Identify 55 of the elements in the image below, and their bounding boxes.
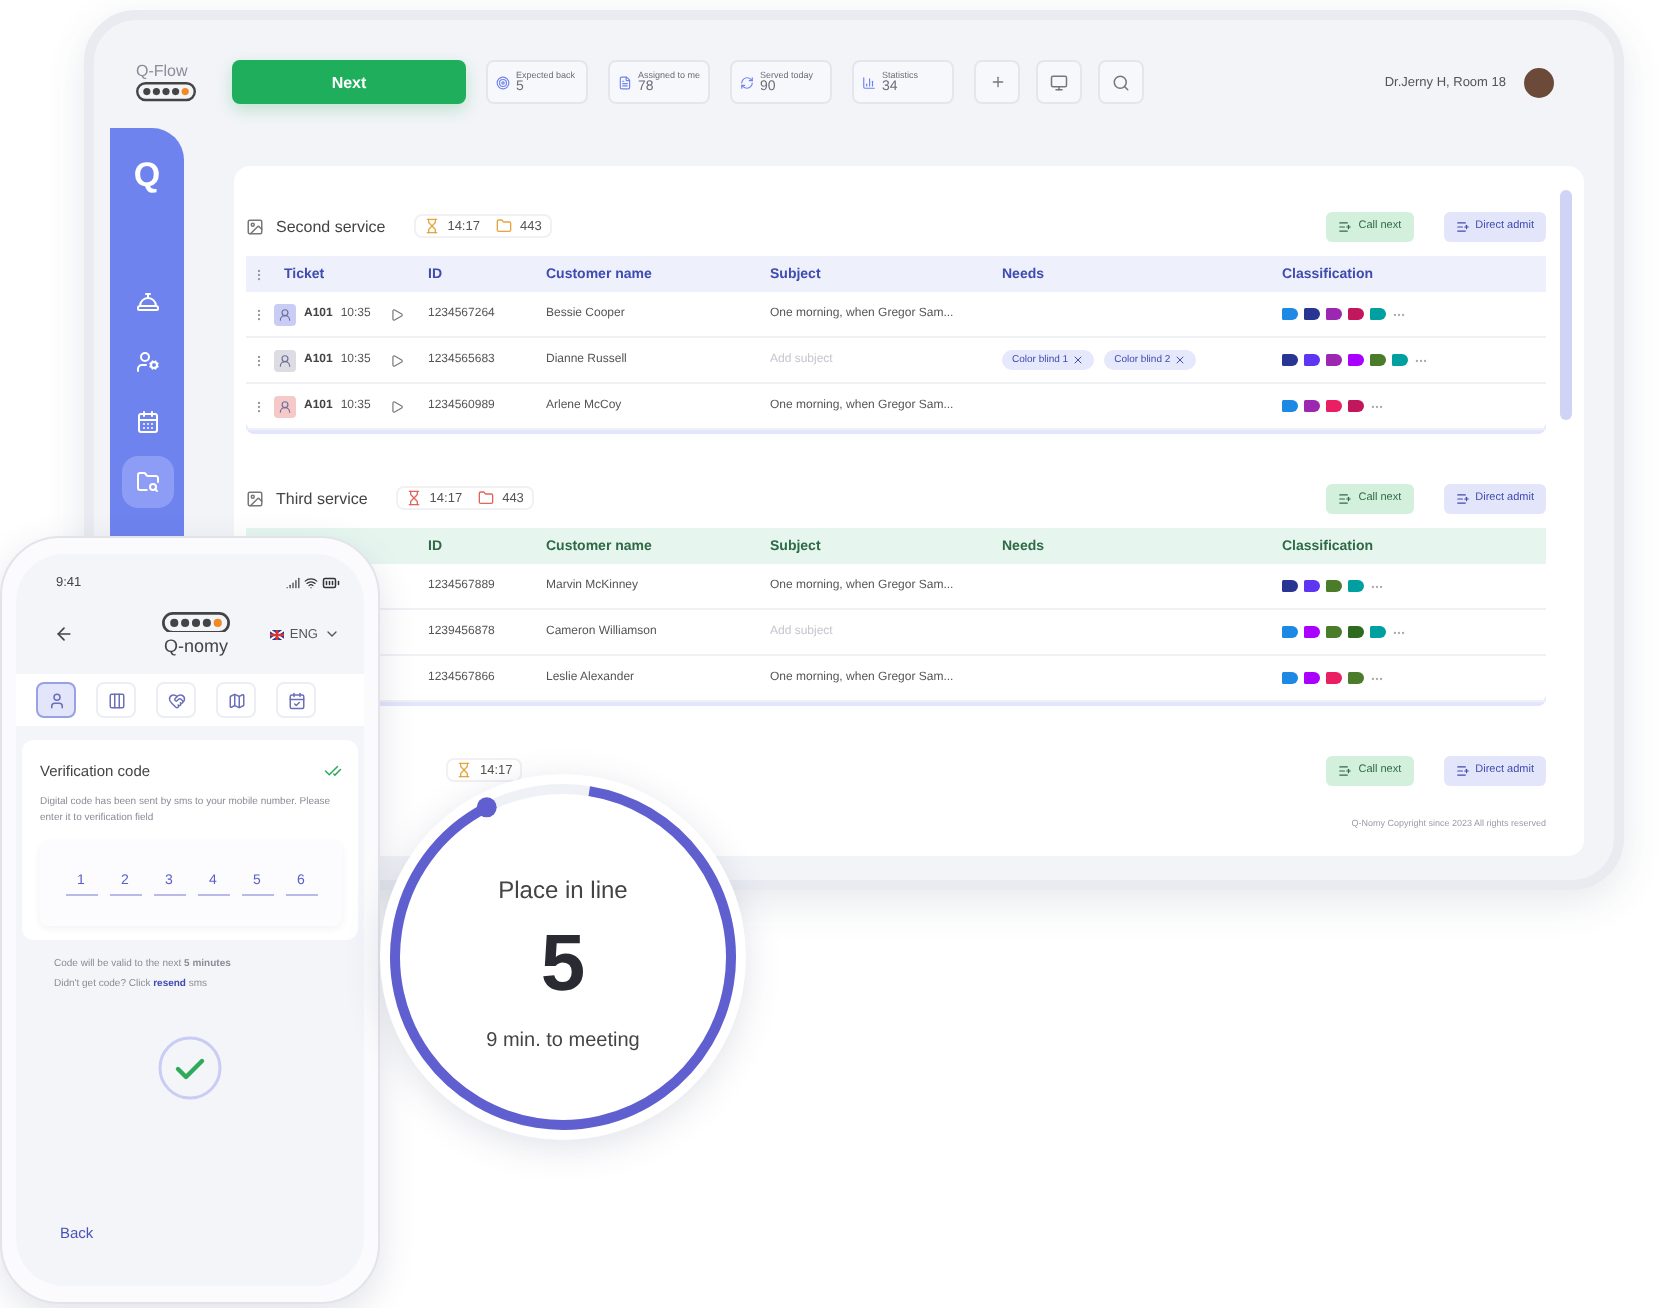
sidebar-logo: Q [133, 156, 161, 196]
next-button[interactable]: Next [232, 60, 466, 104]
stat-icon [862, 75, 876, 89]
search-icon [1112, 73, 1130, 91]
list-icon [1455, 763, 1470, 777]
avatar[interactable] [1524, 67, 1554, 97]
plus-icon [989, 74, 1005, 90]
back-arrow-icon[interactable] [54, 624, 74, 644]
sidebar-item[interactable] [121, 456, 173, 508]
wait-text: 9 min. to meeting [486, 1029, 640, 1051]
stat-icon [740, 75, 754, 89]
list-icon [1338, 763, 1353, 777]
image-icon [246, 217, 264, 235]
remove-icon[interactable] [1072, 354, 1085, 366]
user-icon [135, 350, 159, 374]
image-icon [246, 489, 264, 507]
play-icon[interactable] [390, 307, 405, 321]
bell-icon [135, 290, 159, 314]
stat-icon [618, 75, 632, 89]
stat-icon [496, 75, 510, 89]
scrollbar[interactable] [1560, 190, 1572, 420]
calendar-icon [135, 410, 159, 434]
play-icon[interactable] [390, 399, 405, 413]
wifi-icon [304, 575, 318, 589]
section-title: Second service [276, 217, 386, 235]
columns-icon [107, 691, 125, 709]
folder-icon [495, 218, 512, 234]
success-icon [156, 1033, 224, 1101]
monitor-button[interactable] [1036, 60, 1082, 104]
logo-text: Q-Flow [136, 62, 190, 81]
logo-text: Q-nomy [163, 636, 228, 657]
play-icon[interactable] [390, 353, 405, 367]
map-icon [227, 691, 245, 709]
flag-icon [269, 629, 284, 639]
logo-drawing [136, 82, 196, 102]
list-icon [1338, 219, 1353, 233]
search-button[interactable] [1098, 60, 1144, 104]
folder-icon [478, 490, 495, 506]
monitor-icon [1050, 73, 1068, 91]
chevron-down-icon [324, 626, 340, 642]
queue-position: 5 [540, 919, 586, 1009]
list-icon [1455, 491, 1470, 505]
user-icon [47, 691, 65, 709]
list-icon [1338, 491, 1353, 505]
logo-drawing [162, 611, 230, 633]
signal-icon [286, 575, 300, 589]
folder-icon [135, 470, 159, 494]
list-icon [1455, 219, 1470, 233]
section-title: Third service [276, 489, 368, 507]
step-tab[interactable] [36, 682, 76, 718]
battery-icon [322, 573, 340, 591]
queue-label: Place in line [498, 875, 628, 903]
heart-hand-icon [167, 691, 185, 709]
remove-icon[interactable] [1174, 354, 1187, 366]
calendar-icon [287, 691, 305, 709]
